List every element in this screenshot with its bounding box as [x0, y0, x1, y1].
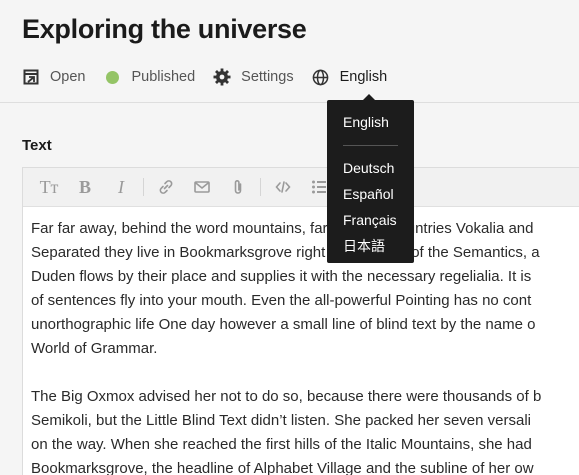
globe-icon — [312, 68, 330, 86]
text-line: Semikoli, but the Little Blind Text didn… — [31, 412, 531, 429]
italic-glyph: I — [118, 176, 124, 197]
link-icon[interactable] — [148, 168, 184, 207]
gear-icon — [213, 68, 231, 86]
open-label: Open — [50, 69, 86, 85]
language-label: English — [339, 69, 388, 85]
toolbar-divider — [260, 178, 261, 196]
language-option-francais[interactable]: Français — [327, 210, 414, 236]
email-icon[interactable] — [184, 168, 220, 207]
toolbar-divider — [143, 178, 144, 196]
code-icon[interactable] — [265, 168, 301, 207]
language-option-current[interactable]: English — [327, 112, 414, 138]
language-button[interactable]: English — [312, 68, 388, 86]
italic-icon[interactable]: I — [103, 168, 139, 207]
text-line: Bookmarksgrove, the headline of Alphabet… — [31, 460, 534, 475]
bold-glyph: B — [78, 176, 91, 197]
open-button[interactable]: Open — [22, 68, 85, 86]
header-divider — [0, 102, 579, 103]
text-line: Far far away, behind the word mountains,… — [31, 220, 534, 237]
status-button[interactable]: Published — [103, 68, 195, 86]
paragraph-2: The Big Oxmox advised her not to do so, … — [31, 385, 579, 475]
attachment-icon[interactable] — [220, 168, 256, 207]
text-line: unorthographic life One day however a sm… — [31, 316, 536, 333]
paragraph-1: Far far away, behind the word mountains,… — [31, 217, 579, 361]
page-title: Exploring the universe — [22, 14, 307, 44]
text-style-icon[interactable]: Tт — [31, 168, 67, 207]
bold-icon[interactable]: B — [67, 168, 103, 207]
rich-text-editor[interactable]: Tт B I Far far away, behind the word mou… — [22, 167, 579, 475]
text-line: The Big Oxmox advised her not to do so, … — [31, 388, 542, 405]
page: Exploring the universe Open Published Se… — [0, 0, 579, 475]
text-style-glyph: Tт — [39, 176, 59, 197]
dropdown-divider — [343, 145, 398, 146]
editor-content[interactable]: Far far away, behind the word mountains,… — [23, 207, 579, 475]
language-option-espanol[interactable]: Español — [327, 184, 414, 210]
meta-bar: Open Published Settings English — [22, 66, 405, 88]
text-line: on the way. When she reached the first h… — [31, 436, 532, 453]
editor-toolbar: Tт B I — [23, 168, 579, 207]
text-line: of sentences fly into your mouth. Even t… — [31, 292, 532, 309]
text-field-label: Text — [22, 137, 52, 154]
language-option-japanese[interactable]: 日本語 — [327, 236, 414, 262]
settings-label: Settings — [241, 69, 294, 85]
published-status-icon — [103, 68, 121, 86]
language-dropdown: English Deutsch Español Français 日本語 — [327, 94, 414, 263]
status-label: Published — [131, 69, 196, 85]
open-page-icon — [22, 68, 40, 86]
text-line: Separated they live in Bookmarksgrove ri… — [31, 244, 540, 261]
language-option-deutsch[interactable]: Deutsch — [327, 158, 414, 184]
settings-button[interactable]: Settings — [213, 68, 294, 86]
text-line: Duden flows by their place and supplies … — [31, 268, 532, 285]
text-line: World of Grammar. — [31, 340, 158, 357]
